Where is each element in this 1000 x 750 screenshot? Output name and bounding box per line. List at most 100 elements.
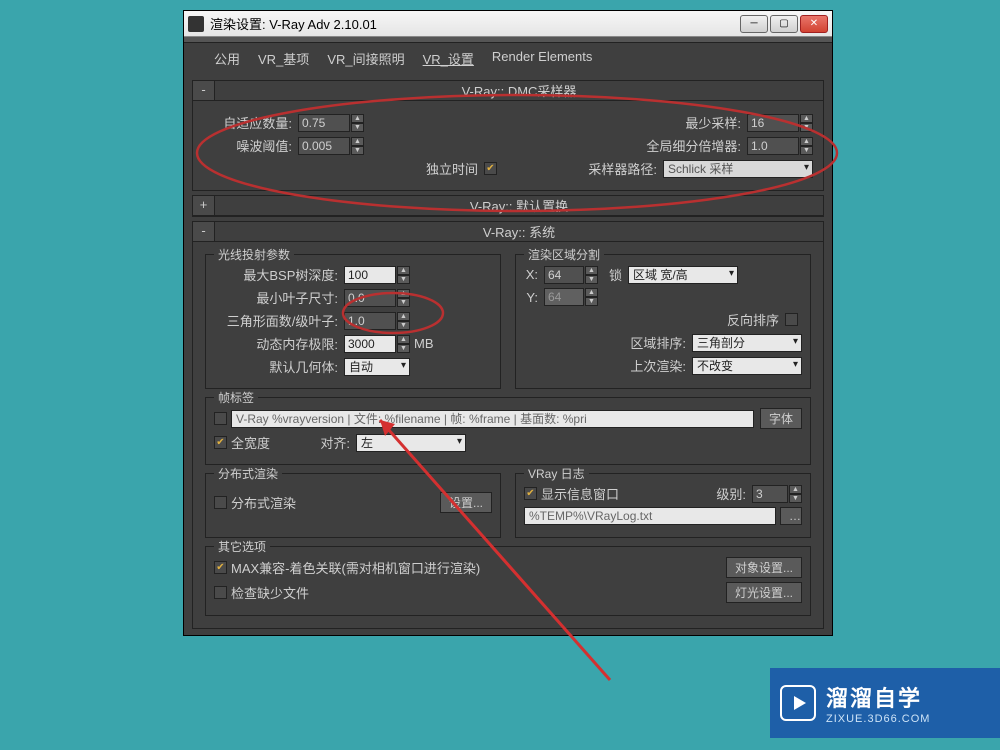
level-input[interactable] [752,485,788,503]
rollout-displacement: + V-Ray:: 默认置换 [192,195,824,217]
reverse-label: 反向排序 [727,310,785,329]
vray-log-group: VRay 日志 显示信息窗口 级别: ▲▼ … [515,473,811,538]
justify-dropdown[interactable]: 左 [356,434,466,452]
max-compat-label: MAX兼容-着色关联(需对相机窗口进行渲染) [231,558,726,577]
reverse-checkbox[interactable] [785,313,798,326]
spin-down[interactable]: ▼ [800,146,813,155]
minimize-button[interactable]: ─ [740,15,768,33]
rollout-system-title: V-Ray:: 系统 [215,222,823,241]
min-leaf-label: 最小叶子尺寸: [214,288,344,307]
last-render-dropdown[interactable]: 不改变 [692,357,802,375]
stamp-enable-checkbox[interactable] [214,412,227,425]
x-label: X: [524,267,544,282]
spin-up[interactable]: ▲ [789,485,802,494]
spin-up[interactable]: ▲ [397,335,410,344]
distributed-group: 分布式渲染 分布式渲染 设置... [205,473,501,538]
object-settings-button[interactable]: 对象设置... [726,557,802,578]
expand-displacement[interactable]: + [193,196,215,215]
global-mult-input[interactable] [747,137,799,155]
spin-up[interactable]: ▲ [351,114,364,123]
tab-vr-gi[interactable]: VR_间接照明 [327,49,404,68]
window-title: 渲染设置: V-Ray Adv 2.10.01 [210,14,740,33]
render-settings-window: 渲染设置: V-Ray Adv 2.10.01 ─ ▢ ✕ 公用 VR_基项 V… [183,10,833,636]
spin-down[interactable]: ▼ [397,321,410,330]
dyn-mem-input[interactable] [344,335,396,353]
spin-down[interactable]: ▼ [397,298,410,307]
close-button[interactable]: ✕ [800,15,828,33]
last-render-label: 上次渲染: [630,356,692,375]
frame-stamp-title: 帧标签 [214,389,258,406]
default-geom-dropdown[interactable]: 自动 [344,358,410,376]
spin-up[interactable]: ▲ [351,137,364,146]
log-path-input[interactable] [524,507,776,525]
raycast-group: 光线投射参数 最大BSP树深度: ▲▼ 最小叶子尺寸: ▲▼ 三角形面数/级叶子… [205,254,501,389]
region-order-dropdown[interactable]: 三角剖分 [692,334,802,352]
log-browse-button[interactable]: … [780,507,802,525]
spin-down[interactable]: ▼ [585,275,598,284]
max-compat-checkbox[interactable] [214,561,227,574]
region-wh-dropdown[interactable]: 区域 宽/高 [628,266,738,284]
spin-up[interactable]: ▲ [585,266,598,275]
watermark-banner: 溜溜自学 ZIXUE.3D66.COM [770,668,1000,738]
min-leaf-input[interactable] [344,289,396,307]
missing-files-checkbox[interactable] [214,586,227,599]
x-input[interactable] [544,266,584,284]
spin-up[interactable]: ▲ [397,312,410,321]
collapse-dmc[interactable]: - [193,81,215,100]
spin-down: ▼ [585,297,598,306]
region-order-label: 区域排序: [630,333,692,352]
other-title: 其它选项 [214,538,270,555]
vray-log-title: VRay 日志 [524,465,589,482]
noise-thresh-input[interactable] [298,137,350,155]
show-window-checkbox[interactable] [524,487,537,500]
maximize-button[interactable]: ▢ [770,15,798,33]
noise-thresh-label: 噪波阈值: [203,136,298,155]
y-label: Y: [524,290,544,305]
distributed-checkbox[interactable] [214,496,227,509]
titlebar[interactable]: 渲染设置: V-Ray Adv 2.10.01 ─ ▢ ✕ [184,11,832,37]
rollout-system: - V-Ray:: 系统 光线投射参数 最大BSP树深度: ▲▼ 最小叶子尺寸:… [192,221,824,629]
max-bsp-input[interactable] [344,266,396,284]
min-samples-label: 最少采样: [685,113,747,132]
adaptive-amount-input[interactable] [298,114,350,132]
font-button[interactable]: 字体 [760,408,802,429]
spin-down[interactable]: ▼ [397,344,410,353]
spin-down[interactable]: ▼ [351,146,364,155]
min-samples-input[interactable] [747,114,799,132]
max-bsp-label: 最大BSP树深度: [214,265,344,284]
rollout-displacement-title: V-Ray:: 默认置换 [215,196,823,215]
other-group: 其它选项 MAX兼容-着色关联(需对相机窗口进行渲染) 对象设置... 检查缺少… [205,546,811,616]
stamp-text-input[interactable] [231,410,754,428]
sampler-path-dropdown[interactable]: Schlick 采样 [663,160,813,178]
collapse-system[interactable]: - [193,222,215,241]
tab-vr-settings[interactable]: VR_设置 [423,49,474,68]
y-input [544,288,584,306]
spin-up[interactable]: ▲ [800,114,813,123]
spin-down[interactable]: ▼ [800,123,813,132]
dyn-mem-unit: MB [414,336,434,351]
justify-label: 对齐: [276,433,356,452]
spin-up[interactable]: ▲ [397,266,410,275]
distributed-title: 分布式渲染 [214,465,282,482]
tab-common[interactable]: 公用 [214,49,240,68]
light-settings-button[interactable]: 灯光设置... [726,582,802,603]
spin-down[interactable]: ▼ [351,123,364,132]
show-window-label: 显示信息窗口 [541,484,716,503]
play-icon [780,685,816,721]
spin-down[interactable]: ▼ [397,275,410,284]
frame-stamp-group: 帧标签 字体 全宽度 对齐: 左 [205,397,811,465]
full-width-checkbox[interactable] [214,436,227,449]
raycast-group-title: 光线投射参数 [214,246,294,263]
distributed-settings-button[interactable]: 设置... [440,492,492,513]
spin-up[interactable]: ▲ [800,137,813,146]
face-leaf-input[interactable] [344,312,396,330]
spin-up[interactable]: ▲ [397,289,410,298]
independent-time-checkbox[interactable] [484,162,497,175]
tabs-bar: 公用 VR_基项 VR_间接照明 VR_设置 Render Elements [184,43,832,74]
spin-down[interactable]: ▼ [789,494,802,503]
rollout-dmc: - V-Ray:: DMC采样器 自适应数量: ▲▼ 噪波阈值: ▲▼ 独立时间 [192,80,824,191]
face-leaf-label: 三角形面数/级叶子: [214,311,344,330]
tab-vr-basic[interactable]: VR_基项 [258,49,309,68]
tab-render-elements[interactable]: Render Elements [492,49,592,68]
app-icon [188,16,204,32]
